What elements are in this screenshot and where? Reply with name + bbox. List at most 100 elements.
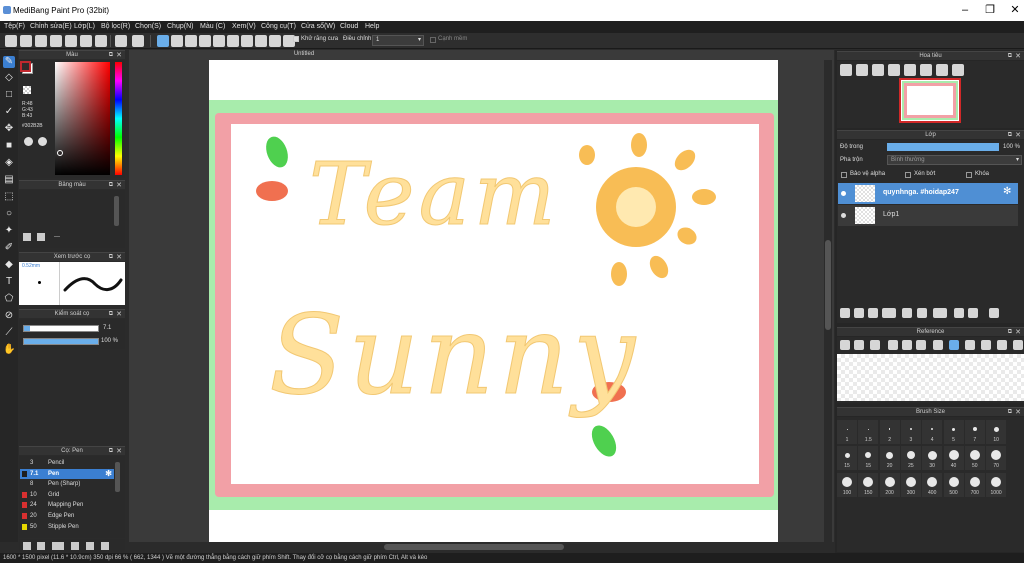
reference-hand-icon[interactable] xyxy=(949,340,959,350)
brush-size-cell[interactable]: 150 xyxy=(858,473,879,497)
brush-size-cell[interactable]: 30 xyxy=(922,446,943,470)
clipping-checkbox[interactable] xyxy=(905,172,911,178)
select-pen-tool-icon[interactable]: ✐ xyxy=(3,242,15,254)
brush-list-item[interactable]: 7.1 Pen ✻ xyxy=(20,468,114,479)
text-tool-icon[interactable]: T xyxy=(3,276,15,288)
reference-rotate-left-icon[interactable] xyxy=(965,340,975,350)
save-icon[interactable] xyxy=(50,35,62,47)
brush-tool-icon[interactable]: ✎ xyxy=(3,56,15,68)
brush-size-slider[interactable] xyxy=(23,325,99,332)
eye-icon[interactable] xyxy=(841,213,846,218)
menu-color[interactable]: Màu (C) xyxy=(200,23,225,30)
select-invert-icon[interactable] xyxy=(185,35,197,47)
correction-select[interactable]: 1 ▾ xyxy=(372,35,424,46)
gear-icon[interactable]: ✻ xyxy=(105,469,112,479)
hand-tool-icon[interactable]: ✋ xyxy=(3,344,15,356)
brush-size-cell[interactable]: 5 xyxy=(943,420,964,444)
brush-size-cell[interactable]: 50 xyxy=(964,446,985,470)
brush-size-cell[interactable]: 3 xyxy=(900,420,921,444)
brush-size-cell[interactable]: 1 xyxy=(837,420,857,444)
brush-size-cell[interactable]: 40 xyxy=(943,446,964,470)
zoom-actual-icon[interactable] xyxy=(872,64,884,76)
reference-flip-icon[interactable] xyxy=(1013,340,1023,350)
add-brush-icon[interactable] xyxy=(23,542,31,550)
fill-rect-icon[interactable]: ■ xyxy=(3,140,15,152)
menu-view[interactable]: Xem(V) xyxy=(232,23,256,30)
menu-file[interactable]: Tệp(F) xyxy=(4,23,25,30)
color-saturation-area[interactable] xyxy=(55,62,110,175)
smoothing-checkbox[interactable] xyxy=(430,37,436,43)
horizontal-scroll-thumb[interactable] xyxy=(384,544,564,550)
redo-icon[interactable] xyxy=(132,35,144,47)
brush-size-cell[interactable]: 300 xyxy=(900,473,921,497)
new-8bit-layer-icon[interactable] xyxy=(868,308,878,318)
open-icon[interactable] xyxy=(65,35,77,47)
color-slider-icon[interactable] xyxy=(38,137,47,146)
brush-folder-icon[interactable] xyxy=(86,542,94,550)
opacity-slider[interactable] xyxy=(887,143,999,151)
brush-list-item[interactable]: 10 Grid xyxy=(20,490,114,500)
reference-rotate-right-icon[interactable] xyxy=(997,340,1007,350)
merge-icon[interactable] xyxy=(917,308,927,318)
reference-zoom-in-icon[interactable] xyxy=(888,340,898,350)
menu-cloud[interactable]: Cloud xyxy=(340,23,358,30)
reference-close-icon[interactable] xyxy=(870,340,880,350)
primary-color-swatch[interactable] xyxy=(20,61,31,72)
brush-list-scrollbar[interactable] xyxy=(115,462,120,492)
new-halftone-layer-icon[interactable] xyxy=(854,308,864,318)
layer-add-menu-icon[interactable] xyxy=(882,308,896,318)
menu-select[interactable]: Chọn(S) xyxy=(135,23,161,30)
brush-size-cell[interactable]: 10 xyxy=(986,420,1007,444)
snap-radial-icon[interactable] xyxy=(241,35,253,47)
reference-reset-icon[interactable] xyxy=(981,340,991,350)
menu-snap[interactable]: Chụp(N) xyxy=(167,23,193,30)
reference-open-icon[interactable] xyxy=(840,340,850,350)
new-layer-icon[interactable] xyxy=(840,308,850,318)
blend-select[interactable]: Bình thường ▾ xyxy=(887,155,1022,165)
zoom-fit-icon[interactable] xyxy=(856,64,868,76)
snap-circle-icon[interactable] xyxy=(255,35,267,47)
lasso-tool-icon[interactable]: ○ xyxy=(3,208,15,220)
delete-palette-icon[interactable] xyxy=(37,233,45,241)
eraser-tool-icon[interactable]: ◇ xyxy=(3,72,15,84)
brush-size-cell[interactable]: 200 xyxy=(879,473,900,497)
brush-size-cell[interactable]: 70 xyxy=(986,446,1007,470)
gradient-tool-icon[interactable]: ▤ xyxy=(3,174,15,186)
close-icon[interactable]: ✕ xyxy=(1000,3,1024,17)
color-picker-cursor[interactable] xyxy=(57,150,63,156)
shape-tool-icon[interactable]: ⬠ xyxy=(3,293,15,305)
select-pen-icon[interactable]: ✓ xyxy=(3,106,15,118)
brush-list-item[interactable]: 20 Edge Pen xyxy=(20,511,114,521)
brush-size-cell[interactable]: 15 xyxy=(837,446,857,470)
duplicate-layer-icon[interactable] xyxy=(954,308,964,318)
brush-list-item[interactable]: 8 Pen (Sharp) xyxy=(20,479,114,489)
brush-settings-icon[interactable] xyxy=(37,542,45,550)
gear-icon[interactable]: ✻ xyxy=(1003,186,1011,197)
layer-row-selected[interactable]: quynhnga. #hoidap247 ✻ xyxy=(838,183,1018,204)
dot-tool-icon[interactable]: □ xyxy=(3,89,15,101)
rotate-left-icon[interactable] xyxy=(904,64,916,76)
menu-tools[interactable]: Công cụ(T) xyxy=(261,23,296,30)
antialias-checkbox[interactable] xyxy=(293,36,299,42)
brush-list-item[interactable]: 3 Pencil xyxy=(20,458,114,468)
flip-icon[interactable] xyxy=(952,64,964,76)
brush-size-cell[interactable]: 700 xyxy=(964,473,985,497)
magic-wand-icon[interactable]: ✦ xyxy=(3,225,15,237)
menu-help[interactable]: Help xyxy=(365,23,379,30)
brush-size-cell[interactable]: 400 xyxy=(922,473,943,497)
menu-edit[interactable]: Chỉnh sửa(E) xyxy=(30,23,72,30)
eyedropper-icon[interactable]: ⊘ xyxy=(3,310,15,322)
reference-fit-icon[interactable] xyxy=(902,340,912,350)
zoom-in-icon[interactable] xyxy=(840,64,852,76)
select-clear-icon[interactable] xyxy=(171,35,183,47)
cloud-icon[interactable] xyxy=(35,35,47,47)
brush-size-cell[interactable]: 4 xyxy=(922,420,943,444)
palette-scrollbar[interactable] xyxy=(114,196,119,226)
select-rect-icon[interactable]: ⬚ xyxy=(3,191,15,203)
artboard[interactable]: Team Sunny xyxy=(209,60,778,542)
bucket-tool-icon[interactable]: ◈ xyxy=(3,157,15,169)
select-all-icon[interactable] xyxy=(157,35,169,47)
select-eraser-icon[interactable]: ◆ xyxy=(3,259,15,271)
reference-folder-icon[interactable] xyxy=(854,340,864,350)
delete-layer-icon[interactable] xyxy=(989,308,999,318)
